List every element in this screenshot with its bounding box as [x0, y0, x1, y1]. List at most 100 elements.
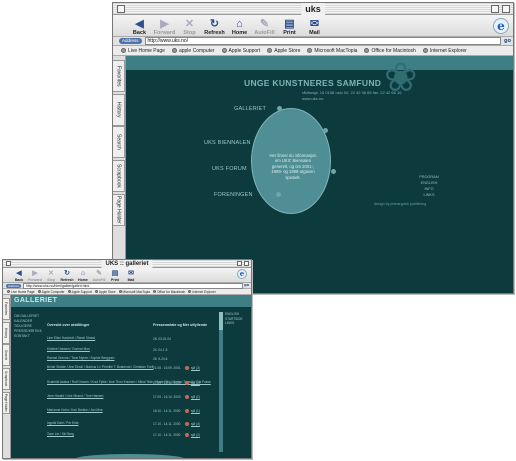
sidebar-tab-history[interactable]: History	[113, 94, 125, 126]
toolbar-print-button[interactable]: ▤ Print	[277, 18, 302, 36]
internet-explorer-logo-icon[interactable]: e	[237, 269, 247, 279]
toolbar-label: Refresh	[204, 30, 225, 36]
favorite-label: Microsoft MacTopia	[314, 47, 358, 54]
favorite-link[interactable]: Internet Explorer	[188, 290, 216, 294]
favorite-link[interactable]: Apple Support	[221, 48, 260, 54]
toolbar-back-button[interactable]: ◀ Back	[127, 18, 152, 36]
sidebar-tab-scrapbook[interactable]: Scrapbook	[113, 160, 125, 192]
sidebar-tab-history[interactable]: History	[3, 322, 10, 344]
address-input[interactable]: http://www.uks.no/	[144, 37, 501, 45]
press-icon	[185, 366, 189, 370]
sidebar-tab-page-holder[interactable]: Page Holder	[113, 194, 125, 226]
favorite-link[interactable]: Microsoft MacTopia	[118, 289, 150, 294]
press-link[interactable]: sjå (2)	[191, 395, 200, 399]
zoom-box-icon[interactable]	[491, 5, 499, 13]
browser-window-galleriet[interactable]: UKS :: galleriet ◀ Back ▶ Forward ✕ Stop ↻ Refr…	[2, 259, 252, 459]
favorite-globe-icon	[37, 290, 41, 293]
toolbar-mail-button[interactable]: ✉ Mail	[123, 270, 139, 282]
exhibition-title-link[interactable]: Marianne Holm / Kari Brekke / Jan Moe	[47, 408, 103, 413]
toolbar-autofill-button[interactable]: ✎ AutoFill	[252, 18, 277, 36]
toolbar-stop-button[interactable]: ✕ Stop	[43, 270, 59, 282]
favorite-link[interactable]: Office for Macintosh	[364, 48, 416, 54]
toolbar-forward-button[interactable]: ▶ Forward	[27, 270, 43, 282]
sidebar-tab-scrapbook[interactable]: Scrapbook	[3, 368, 10, 390]
collapse-box-icon[interactable]	[502, 5, 510, 13]
favorite-label: Microsoft MacTopia	[122, 289, 150, 294]
favorite-link[interactable]: Apple Computer	[37, 290, 65, 294]
favorite-label: Internet Explorer	[429, 47, 467, 54]
favorite-link[interactable]: Live Home Page	[121, 48, 165, 54]
exhibition-date: 21.08 - 16.09. 2001	[153, 366, 181, 370]
explorer-bar: Favorites History Search Scrapbook Page Hold…	[113, 56, 126, 293]
toolbar-stop-button[interactable]: ✕ Stop	[177, 18, 202, 36]
menu-link-forum[interactable]: UKS FORUM	[212, 166, 247, 172]
press-link[interactable]: sjå (1)	[191, 409, 200, 413]
internet-explorer-logo-icon[interactable]: e	[493, 18, 509, 34]
toolbar-print-button[interactable]: ▤ Print	[107, 270, 123, 282]
press-link[interactable]: sjå (4)	[191, 422, 200, 426]
window-title: uks	[301, 3, 325, 15]
favorite-label: Office for Macintosh	[156, 289, 186, 294]
exhibition-title-link[interactable]: Line Ellen Hartvedt / Randi Strand	[47, 336, 95, 341]
menu-link-foreningen[interactable]: FORENINGEN	[214, 192, 253, 198]
toolbar-forward-button[interactable]: ▶ Forward	[152, 18, 177, 36]
toolbar-autofill-button[interactable]: ✎ AutoFill	[91, 270, 107, 282]
favorite-link[interactable]: apple Computer	[171, 48, 215, 54]
favorite-link[interactable]: Internet Explorer	[422, 47, 467, 54]
favorite-link[interactable]: Microsoft MacTopia	[307, 48, 357, 54]
browser-window-uks[interactable]: uks ◀ Back ▶ Forward ✕ Stop ↻ Refresh ⌂ Home ✎ Auto…	[112, 2, 514, 294]
menu-link-galleriet[interactable]: GALLERIET	[234, 106, 266, 112]
toolbar-back-button[interactable]: ◀ Back	[11, 270, 27, 282]
favorite-link[interactable]: Apple Store	[267, 48, 300, 54]
print-icon: ▤	[284, 18, 295, 30]
exhibition-title-link[interactable]: Jens Harald / Lise Strand / Tore Hansen	[47, 394, 103, 399]
zoom-box-icon[interactable]	[237, 261, 242, 266]
title-bar[interactable]: UKS :: galleriet	[3, 260, 251, 268]
collapse-box-icon[interactable]	[244, 261, 249, 266]
favorite-globe-icon	[422, 48, 428, 53]
sidebar-tab-label: Search	[4, 349, 8, 361]
menu-dot-icon	[323, 128, 328, 133]
sidebar-tab-search[interactable]: Search	[3, 344, 10, 366]
close-box-icon[interactable]	[6, 261, 11, 266]
favorite-globe-icon	[171, 48, 177, 53]
sidebar-tab-favorites[interactable]: Favorites	[3, 298, 10, 320]
favorite-link[interactable]: Live Home Page	[7, 290, 35, 294]
window-title: UKS :: galleriet	[101, 260, 153, 268]
favorite-globe-icon	[152, 290, 156, 293]
exhibition-title-link[interactable]: Tone Lie / Siri Berg	[47, 432, 74, 437]
press-link[interactable]: sjå (3)	[191, 366, 200, 370]
exhibition-title-link[interactable]: Ingvild Dahl / Per Eide	[47, 421, 79, 426]
menu-kontakt[interactable]: KONTAKT	[14, 334, 42, 339]
press-icon	[185, 381, 189, 385]
exhibition-title-link[interactable]: Bente Stokke / Ann Ekroll / Markus Li / …	[47, 365, 153, 370]
link-links[interactable]: LINKS	[225, 321, 243, 326]
title-bar[interactable]: uks	[113, 3, 513, 15]
favorite-link[interactable]: Office for Macintosh	[152, 289, 186, 294]
toolbar-mail-button[interactable]: ✉ Mail	[302, 18, 327, 36]
sidebar-tab-page-holder[interactable]: Page Holder	[3, 392, 10, 414]
go-button[interactable]: go	[244, 283, 249, 287]
contact-info: rådhusgt. 15 0158 oslo 00, 22 42 96 66 f…	[302, 90, 401, 101]
favorite-link[interactable]: Apple Store	[94, 290, 116, 294]
exhibition-title-link[interactable]: Rannei Grenne / Tone Myhre / Sophie Berg…	[47, 356, 114, 361]
scroll-thumb[interactable]	[219, 312, 223, 330]
exhibition-title-link[interactable]: Kristine Hansen / Gunnar Moe	[47, 347, 90, 352]
sidebar-tab-search[interactable]: Search	[113, 126, 125, 158]
sidebar-tab-label: History	[115, 102, 122, 118]
toolbar-refresh-button[interactable]: ↻ Refresh	[202, 18, 227, 36]
sidebar-tab-favorites[interactable]: Favorites	[113, 60, 125, 92]
favorite-link[interactable]: Apple Support	[67, 290, 92, 294]
press-link[interactable]: sjå (2)	[191, 433, 200, 437]
close-box-icon[interactable]	[117, 5, 125, 13]
toolbar-refresh-button[interactable]: ↻ Refresh	[59, 270, 75, 282]
scroll-track[interactable]	[219, 312, 223, 452]
toolbar-home-button[interactable]: ⌂ Home	[227, 18, 252, 36]
press-link[interactable]: sjå (1)	[191, 381, 200, 385]
menu-link-biennalen[interactable]: UKS BIENNALEN	[204, 140, 251, 146]
link-links[interactable]: LINKS	[412, 192, 446, 198]
go-button[interactable]: go	[504, 38, 511, 44]
toolbar-home-button[interactable]: ⌂ Home	[75, 270, 91, 282]
address-input[interactable]: http://www.uks.no/html/galleri/galleri.h…	[23, 282, 243, 289]
toolbar-label: Forward	[153, 30, 176, 36]
